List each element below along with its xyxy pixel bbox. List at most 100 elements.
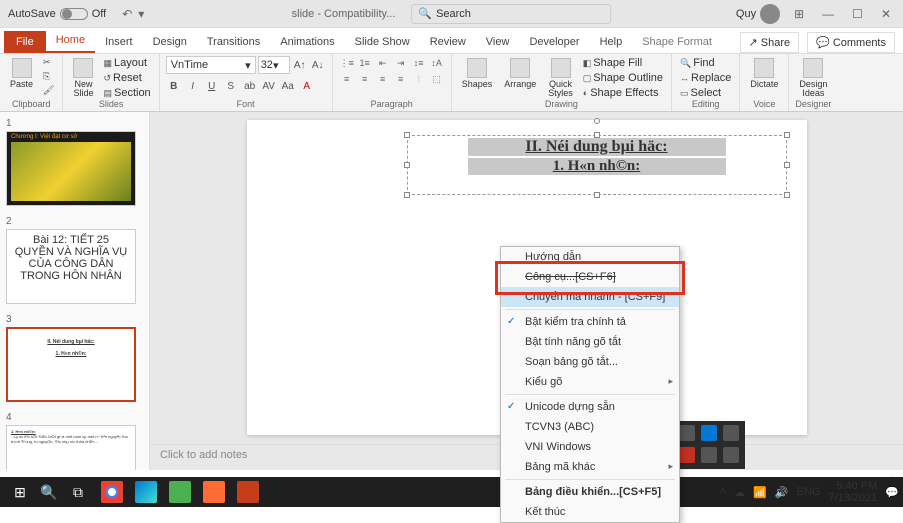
section-button[interactable]: ▤ Section <box>101 86 152 100</box>
comments-button[interactable]: 💬Comments <box>807 32 895 53</box>
menu-kieu-go[interactable]: Kiểu gõ <box>501 372 679 392</box>
language-indicator[interactable]: ENG <box>797 486 821 498</box>
textbox-selected[interactable]: II. Néi dung bµi häc: 1. H«n nh©n: <box>407 135 787 195</box>
tab-transitions[interactable]: Transitions <box>197 31 270 53</box>
minimize-icon[interactable]: — <box>818 7 838 21</box>
menu-unicode[interactable]: Unicode dựng sẵn <box>501 397 679 417</box>
volume-icon[interactable]: 🔊 <box>775 486 789 499</box>
resize-handle[interactable] <box>594 192 600 198</box>
tab-design[interactable]: Design <box>143 31 197 53</box>
menu-bat-tinh-nang[interactable]: Bật tính năng gõ tắt <box>501 332 679 352</box>
resize-handle[interactable] <box>784 162 790 168</box>
find-button[interactable]: 🔍 Find <box>678 56 733 70</box>
increase-font-button[interactable]: A↑ <box>292 57 308 73</box>
char-spacing-button[interactable]: AV <box>261 78 277 94</box>
smartart-button[interactable]: ⬚ <box>429 72 445 86</box>
copy-button[interactable]: ⎘ <box>41 70 56 83</box>
text-direction-button[interactable]: ↕A <box>429 56 445 70</box>
tab-insert[interactable]: Insert <box>95 31 143 53</box>
underline-button[interactable]: U <box>204 78 220 94</box>
tray-icon[interactable] <box>701 447 717 463</box>
arrange-button[interactable]: Arrange <box>500 56 540 91</box>
italic-button[interactable]: I <box>185 78 201 94</box>
shape-outline-button[interactable]: ▢ Shape Outline <box>581 71 665 85</box>
tray-icon[interactable] <box>723 425 739 441</box>
resize-handle[interactable] <box>404 162 410 168</box>
menu-soan-bang[interactable]: Soạn bảng gõ tắt... <box>501 352 679 372</box>
layout-button[interactable]: ▦ Layout <box>101 56 152 70</box>
indent-decrease-button[interactable]: ⇤ <box>375 56 391 70</box>
redo-icon[interactable]: ▾ <box>138 7 144 21</box>
taskbar-powerpoint[interactable] <box>232 478 264 506</box>
network-icon[interactable]: 📶 <box>753 486 767 499</box>
menu-chuyen-ma-nhanh[interactable]: Chuyển mã nhanh - [CS+F9] <box>501 287 679 307</box>
autosave-toggle[interactable]: AutoSave Off <box>8 8 106 20</box>
slide-thumbnail-2[interactable]: Bài 12: TIẾT 25 QUYỀN VÀ NGHĨA VỤ CỦA CÔ… <box>6 229 136 304</box>
task-view-icon[interactable]: ⧉ <box>62 478 94 506</box>
taskbar-search-icon[interactable]: 🔍 <box>38 478 60 506</box>
tab-home[interactable]: Home <box>46 29 95 53</box>
tab-view[interactable]: View <box>476 31 520 53</box>
slide-text-line1[interactable]: II. Néi dung bµi häc: <box>468 138 726 156</box>
format-painter-button[interactable]: 🖌 <box>41 84 56 97</box>
menu-ket-thuc[interactable]: Kết thúc <box>501 502 679 522</box>
resize-handle[interactable] <box>594 132 600 138</box>
menu-vni[interactable]: VNI Windows <box>501 437 679 457</box>
slide-thumbnail-1[interactable]: Chương I: Việt đạt cơ sở <box>6 131 136 206</box>
tray-icon[interactable] <box>679 425 695 441</box>
menu-bang-dieu-khien[interactable]: Bảng điều khiển...[CS+F5] <box>501 482 679 502</box>
font-name-select[interactable]: VnTime▾ <box>166 56 256 74</box>
cut-button[interactable]: ✂ <box>41 56 56 69</box>
dictate-button[interactable]: Dictate <box>746 56 782 91</box>
tab-slideshow[interactable]: Slide Show <box>345 31 420 53</box>
tab-help[interactable]: Help <box>590 31 633 53</box>
change-case-button[interactable]: Aa <box>280 78 296 94</box>
user-account[interactable]: Quy <box>736 4 780 24</box>
taskbar-app[interactable] <box>130 478 162 506</box>
bluetooth-icon[interactable] <box>701 425 717 441</box>
menu-huong-dan[interactable]: Hướng dẫn <box>501 247 679 267</box>
slide-text-line2[interactable]: 1. H«n nh©n: <box>468 158 726 175</box>
tab-review[interactable]: Review <box>420 31 476 53</box>
paste-button[interactable]: Paste <box>6 56 37 91</box>
tab-animations[interactable]: Animations <box>270 31 344 53</box>
menu-tcvn3[interactable]: TCVN3 (ABC) <box>501 417 679 437</box>
start-button[interactable]: ⊞ <box>4 478 36 506</box>
shadow-button[interactable]: ab <box>242 78 258 94</box>
onedrive-icon[interactable]: ☁ <box>734 486 745 499</box>
tab-file[interactable]: File <box>4 31 46 53</box>
share-button[interactable]: ↗Share <box>740 32 800 53</box>
tray-icon[interactable] <box>723 447 739 463</box>
shape-effects-button[interactable]: ◐ Shape Effects <box>581 86 665 100</box>
select-button[interactable]: ▭ Select <box>678 86 733 100</box>
strikethrough-button[interactable]: S <box>223 78 239 94</box>
shapes-button[interactable]: Shapes <box>458 56 497 91</box>
thumbnails-panel[interactable]: 1 Chương I: Việt đạt cơ sở 2 Bài 12: TIẾ… <box>0 112 150 470</box>
slide-thumbnail-3[interactable]: II. Néi dung bµi häc: 1. H«n nh©n: <box>6 327 136 402</box>
font-color-button[interactable]: A <box>299 78 315 94</box>
font-size-select[interactable]: 32▾ <box>258 56 290 74</box>
align-left-button[interactable]: ≡ <box>339 72 355 86</box>
notifications-icon[interactable]: 💬 <box>885 486 899 499</box>
rotate-handle[interactable] <box>594 118 600 124</box>
menu-bat-kiem-tra[interactable]: Bật kiểm tra chính tả <box>501 312 679 332</box>
taskbar-clock[interactable]: 5:40 PM 7/13/2021 <box>828 480 877 504</box>
close-icon[interactable]: ✕ <box>877 7 895 21</box>
search-input[interactable]: 🔍 Search <box>411 4 611 24</box>
new-slide-button[interactable]: New Slide <box>69 56 97 100</box>
resize-handle[interactable] <box>404 192 410 198</box>
shape-fill-button[interactable]: ◧ Shape Fill <box>581 56 665 70</box>
taskbar-app[interactable] <box>96 478 128 506</box>
justify-button[interactable]: ≡ <box>393 72 409 86</box>
tray-chevron-icon[interactable]: ˄ <box>720 486 726 498</box>
resize-handle[interactable] <box>784 132 790 138</box>
tab-shape-format[interactable]: Shape Format <box>632 31 722 53</box>
indent-increase-button[interactable]: ⇥ <box>393 56 409 70</box>
numbering-button[interactable]: 1≡ <box>357 56 373 70</box>
menu-cong-cu[interactable]: Công cụ...[CS+F6] <box>501 267 679 287</box>
decrease-font-button[interactable]: A↓ <box>310 57 326 73</box>
align-right-button[interactable]: ≡ <box>375 72 391 86</box>
menu-bang-ma-khac[interactable]: Bảng mã khác <box>501 457 679 477</box>
tab-developer[interactable]: Developer <box>519 31 589 53</box>
undo-icon[interactable]: ↶ <box>122 7 132 21</box>
